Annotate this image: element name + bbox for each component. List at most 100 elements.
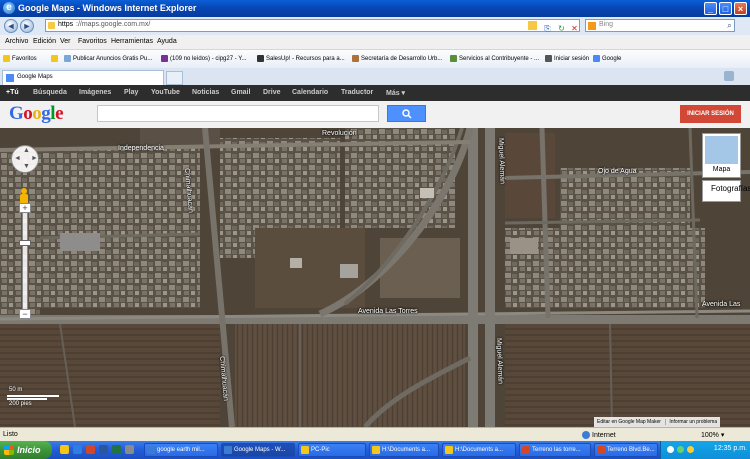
satellite-map[interactable]: Revolución Independencia Chimalhuacán Ch… — [0, 128, 750, 427]
close-button[interactable]: × — [734, 2, 747, 15]
fav-item-yahoo[interactable]: (109 no leídos) - cipg27 - Y... — [161, 55, 247, 62]
excel-icon[interactable] — [112, 445, 121, 454]
fav-item-salesup[interactable]: SalesUp! - Recursos para a... — [257, 55, 345, 62]
task-documents-1[interactable]: H:\Documents a... — [369, 443, 439, 457]
mail-icon — [161, 55, 168, 62]
maps-search-button[interactable] — [387, 105, 426, 122]
tab-bar: Google Maps — [0, 68, 750, 86]
windows-flag-icon — [4, 445, 14, 455]
menu-ver[interactable]: Ver — [60, 38, 71, 45]
lock-icon[interactable] — [528, 21, 537, 30]
edit-map-maker-link[interactable]: Editar en Google Map Maker — [594, 419, 664, 425]
gbar-imagenes[interactable]: Imágenes — [79, 89, 111, 96]
gbar-mas[interactable]: Más ▾ — [386, 89, 405, 97]
task-google-earth[interactable]: google earth mil... — [144, 443, 218, 457]
system-clock[interactable]: 12:35 p.m. — [714, 445, 747, 452]
menu-archivo[interactable]: Archivo — [5, 38, 28, 45]
zoom-out-button[interactable]: − — [19, 309, 31, 319]
taskbar: Inicio google earth mil... Google Maps -… — [0, 441, 750, 459]
gbar-gmail[interactable]: Gmail — [231, 89, 250, 96]
pan-right-icon[interactable]: ► — [31, 155, 38, 162]
fav-item-iniciar[interactable]: Iniciar sesión — [545, 55, 589, 62]
map-type-mapa-button[interactable]: Mapa — [702, 133, 741, 178]
search-icon[interactable]: ⌕ — [724, 20, 735, 31]
zoom-level[interactable]: 100% ▾ — [701, 431, 724, 439]
gbar-busqueda[interactable]: Búsqueda — [33, 89, 67, 96]
maximize-button[interactable]: □ — [719, 2, 732, 15]
task-label: google earth mil... — [157, 447, 205, 453]
fav-item-google[interactable]: Google — [593, 55, 621, 62]
menu-ayuda[interactable]: Ayuda — [157, 38, 177, 45]
address-bar[interactable]: https ://maps.google.com.mx/ ⎘ ↻ ✕ — [45, 19, 580, 34]
add-favorite-icon[interactable] — [51, 55, 60, 62]
signin-button[interactable]: INICIAR SESIÓN — [680, 105, 741, 123]
fav-item-secretaria[interactable]: Secretaría de Desarrollo Urb... — [352, 55, 442, 62]
pan-up-icon[interactable]: ▲ — [23, 147, 30, 154]
zoom-slider-track[interactable] — [22, 212, 28, 312]
maps-search-input[interactable] — [97, 105, 379, 122]
gbar-calendario[interactable]: Calendario — [292, 89, 328, 96]
zoom-label: 100% — [701, 432, 719, 439]
ie-quicklaunch-icon[interactable] — [73, 445, 82, 454]
menu-herramientas[interactable]: Herramientas — [111, 38, 153, 45]
show-desktop-icon[interactable] — [125, 445, 134, 454]
powerpoint-icon[interactable] — [86, 445, 95, 454]
task-pc-pic[interactable]: PC-Pic — [298, 443, 366, 457]
road-label-ojo-de-agua: Ojo de Agua — [598, 168, 637, 175]
window-title-bar[interactable]: e Google Maps - Windows Internet Explore… — [0, 0, 750, 17]
report-problem-link[interactable]: Informar un problema — [665, 419, 721, 425]
task-terreno-torres[interactable]: Terreno las torre... — [519, 443, 591, 457]
fav-item-publicar[interactable]: Publicar Anuncios Gratis Pu... — [64, 55, 152, 62]
page-icon — [352, 55, 359, 62]
road-label-independencia: Independencia — [118, 145, 164, 152]
search-box[interactable]: Bing ⌕ — [585, 19, 735, 32]
gbar-drive[interactable]: Drive — [263, 89, 281, 96]
gbar-youtube[interactable]: YouTube — [151, 89, 180, 96]
task-terreno-blvd[interactable]: Terreno Blvd.Be... — [594, 443, 658, 457]
tray-icon[interactable] — [677, 446, 684, 453]
compat-view-icon[interactable]: ⎘ — [542, 23, 553, 34]
new-tab-button[interactable] — [166, 71, 183, 85]
ie-logo-icon: e — [3, 2, 15, 14]
favorites-label: Favoritos — [12, 56, 37, 63]
star-icon — [3, 55, 10, 62]
folder-icon[interactable] — [60, 445, 69, 454]
forward-button[interactable]: ► — [20, 19, 34, 33]
tray-icon[interactable] — [667, 446, 674, 453]
search-icon — [401, 109, 412, 119]
start-button[interactable]: Inicio — [0, 441, 52, 459]
word-icon[interactable] — [99, 445, 108, 454]
gbar-plus-tu[interactable]: +Tú — [6, 89, 19, 96]
minimize-button[interactable]: _ — [704, 2, 717, 15]
task-google-maps[interactable]: Google Maps - W... — [221, 443, 295, 457]
google-logo[interactable]: Google — [9, 103, 63, 125]
menu-favoritos[interactable]: Favoritos — [78, 38, 107, 45]
tray-icon[interactable] — [687, 446, 694, 453]
search-placeholder: Bing — [599, 21, 614, 28]
zoom-slider-thumb[interactable] — [19, 240, 31, 246]
system-tray: 12:35 p.m. — [660, 441, 750, 459]
fav-label: Servicios al Contribuyente - ... — [459, 56, 540, 63]
zoom-in-button[interactable]: + — [19, 203, 31, 213]
refresh-icon[interactable]: ↻ — [556, 23, 567, 34]
favorites-button[interactable]: Favoritos — [3, 55, 37, 62]
stop-icon[interactable]: ✕ — [569, 23, 580, 34]
task-documents-2[interactable]: H:\Documents a... — [442, 443, 516, 457]
pan-left-icon[interactable]: ◄ — [14, 155, 21, 162]
task-label: Google Maps - W... — [234, 447, 286, 453]
favorites-bar: Favoritos Publicar Anuncios Gratis Pu...… — [0, 50, 750, 69]
gbar-play[interactable]: Play — [124, 89, 138, 96]
fav-item-sat[interactable]: Servicios al Contribuyente - ... — [450, 55, 539, 62]
tab-google-maps[interactable]: Google Maps — [2, 70, 164, 85]
map-type-satellite-button[interactable]: Fotografías — [702, 180, 750, 202]
pan-control[interactable]: ▲ ▼ ◄ ► — [11, 145, 39, 173]
folder-icon — [445, 446, 453, 454]
tab-label: Google Maps — [17, 74, 53, 80]
bing-icon — [588, 22, 596, 30]
pan-down-icon[interactable]: ▼ — [23, 163, 30, 170]
gbar-traductor[interactable]: Traductor — [341, 89, 373, 96]
home-icon[interactable] — [724, 71, 734, 81]
gbar-noticias[interactable]: Noticias — [192, 89, 219, 96]
menu-edicion[interactable]: Edición — [33, 38, 56, 45]
back-button[interactable]: ◄ — [4, 19, 18, 33]
